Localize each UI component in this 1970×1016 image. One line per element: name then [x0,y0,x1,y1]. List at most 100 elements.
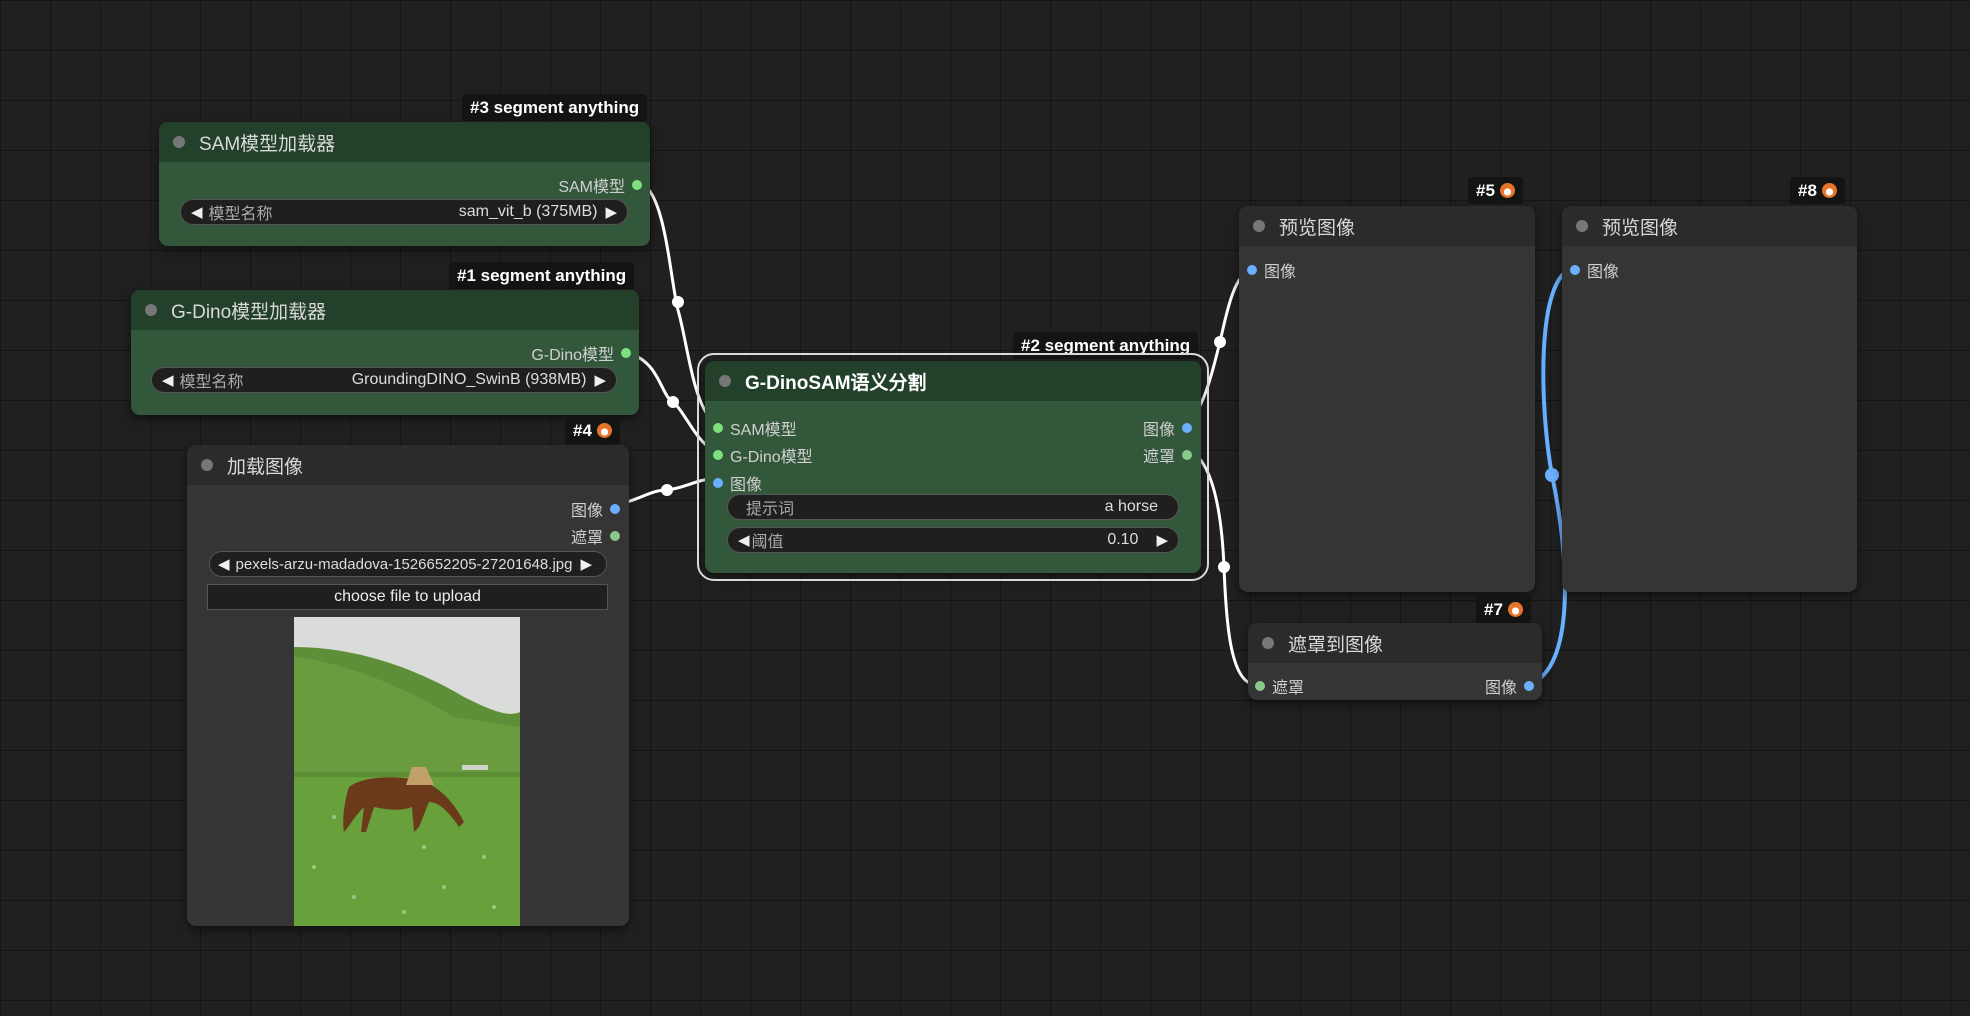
collapse-dot-icon[interactable] [1253,220,1265,232]
input-label: G-Dino模型 [730,449,813,466]
arrow-right-icon[interactable]: ▶ [605,203,617,221]
widget-value: a horse [1104,498,1158,515]
output-pin-icon[interactable] [632,180,642,190]
arrow-left-icon[interactable]: ◀ [162,371,174,389]
preview-image-node-5[interactable]: 预览图像 图像 [1239,206,1535,592]
horse-photo-preview [294,617,520,926]
output-label: 图像 [1484,680,1517,697]
node-badge: #8 [1790,177,1845,204]
arrow-right-icon[interactable]: ▶ [594,371,606,389]
collapse-dot-icon[interactable] [1262,637,1274,649]
node-badge: #2 segment anything [1013,332,1199,359]
wire-reroute-dot [1545,468,1559,482]
input-pin-icon[interactable] [1247,265,1257,275]
output-pin-icon[interactable] [1182,423,1192,433]
output-mask[interactable]: 遮罩 [1143,443,1192,467]
widget-label: 阈值 [751,534,784,551]
output-label: SAM模型 [558,179,625,196]
gdino-loader-node[interactable]: G-Dino模型加载器 G-Dino模型 ◀ 模型名称 GroundingDIN… [131,290,639,415]
output-image[interactable]: 图像 [1143,416,1192,440]
node-title: 预览图像 [1602,217,1679,239]
output-pin-icon[interactable] [1524,681,1534,691]
node-badge: #4 [565,417,620,444]
node-header[interactable]: 加载图像 [187,445,629,485]
mask-to-image-node[interactable]: 遮罩到图像 遮罩 图像 [1248,623,1542,700]
collapse-dot-icon[interactable] [1576,220,1588,232]
input-mask[interactable]: 遮罩 [1255,674,1304,698]
output-sam-model[interactable]: SAM模型 [558,173,642,197]
gdinosam-segmentation-node[interactable]: G-DinoSAM语义分割 SAM模型 G-Dino模型 图像 图像 遮罩 提示… [697,353,1209,581]
input-pin-icon[interactable] [713,478,723,488]
input-pin-icon[interactable] [713,423,723,433]
widget-value: GroundingDINO_SwinB (938MB) [351,371,587,388]
node-header[interactable]: 预览图像 [1239,206,1535,246]
arrow-right-icon[interactable]: ▶ [580,555,592,573]
arrow-left-icon[interactable]: ◀ [218,555,230,573]
output-label: 图像 [570,503,603,520]
output-pin-icon[interactable] [610,531,620,541]
output-pin-icon[interactable] [1182,450,1192,460]
wire-reroute-dot [667,396,679,408]
node-badge: #1 segment anything [449,262,635,289]
collapse-dot-icon[interactable] [145,304,157,316]
collapse-dot-icon[interactable] [173,136,185,148]
node-badge: #3 segment anything [462,94,648,121]
output-image[interactable]: 图像 [571,497,620,521]
output-pin-icon[interactable] [621,348,631,358]
wire-image-to-gdinosam [615,476,717,507]
node-header[interactable]: 遮罩到图像 [1248,623,1542,663]
node-header[interactable]: G-DinoSAM语义分割 [705,361,1201,401]
input-label: SAM模型 [730,422,797,439]
arrow-left-icon[interactable]: ◀ [738,531,750,549]
input-pin-icon[interactable] [1570,265,1580,275]
output-label: 遮罩 [570,530,603,547]
wire-reroute-dot [661,484,673,496]
load-image-node[interactable]: 加载图像 图像 遮罩 ◀ pexels-arzu-madadova-152665… [187,445,629,926]
input-pin-icon[interactable] [1255,681,1265,691]
sam-loader-node[interactable]: SAM模型加载器 SAM模型 ◀ 模型名称 sam_vit_b (375MB) … [159,122,650,246]
choose-file-upload-button[interactable]: choose file to upload [207,584,608,610]
input-sam-model[interactable]: SAM模型 [713,416,797,440]
output-pin-icon[interactable] [610,504,620,514]
node-header[interactable]: SAM模型加载器 [159,122,650,162]
prompt-text-field[interactable]: 提示词 a horse [727,494,1179,520]
wire-reroute-dot [1218,561,1230,573]
input-label: 遮罩 [1272,680,1305,697]
widget-value: sam_vit_b (375MB) [458,203,598,220]
output-label: 遮罩 [1142,449,1175,466]
widget-value: 0.10 [1107,531,1139,548]
fox-icon [596,423,612,438]
node-title: 加载图像 [227,456,304,478]
model-name-combo[interactable]: ◀ 模型名称 sam_vit_b (375MB) ▶ [180,199,628,225]
input-gdino-model[interactable]: G-Dino模型 [713,443,813,467]
image-file-combo[interactable]: ◀ pexels-arzu-madadova-1526652205-272016… [209,551,607,577]
collapse-dot-icon[interactable] [719,375,731,387]
node-header[interactable]: 预览图像 [1562,206,1857,246]
node-header[interactable]: G-Dino模型加载器 [131,290,639,330]
input-pin-icon[interactable] [713,450,723,460]
arrow-left-icon[interactable]: ◀ [191,203,203,221]
input-image[interactable]: 图像 [1570,258,1619,282]
output-mask[interactable]: 遮罩 [571,524,620,548]
preview-image-node-8[interactable]: 预览图像 图像 [1562,206,1857,592]
input-label: 图像 [730,477,763,494]
widget-label: 模型名称 [179,374,244,391]
collapse-dot-icon[interactable] [201,459,213,471]
arrow-right-icon[interactable]: ▶ [1156,531,1168,549]
input-image[interactable]: 图像 [1247,258,1296,282]
input-label: 图像 [1587,264,1620,281]
widget-label: 模型名称 [208,206,273,223]
node-title: 遮罩到图像 [1288,634,1384,656]
output-label: G-Dino模型 [531,347,614,364]
widget-value: pexels-arzu-madadova-1526652205-27201648… [235,555,573,573]
fox-icon [1821,183,1837,198]
output-gdino-model[interactable]: G-Dino模型 [531,341,631,365]
node-badge: #7 [1476,596,1531,623]
node-graph-canvas[interactable]: #3 segment anything SAM模型加载器 SAM模型 ◀ 模型名… [0,0,1970,1016]
output-label: 图像 [1142,422,1175,439]
threshold-number-field[interactable]: ◀ 阈值 0.10 ▶ [727,527,1179,553]
output-image[interactable]: 图像 [1485,674,1534,698]
node-title: G-DinoSAM语义分割 [745,372,927,394]
input-image[interactable]: 图像 [713,471,762,495]
model-name-combo[interactable]: ◀ 模型名称 GroundingDINO_SwinB (938MB) ▶ [151,367,617,393]
